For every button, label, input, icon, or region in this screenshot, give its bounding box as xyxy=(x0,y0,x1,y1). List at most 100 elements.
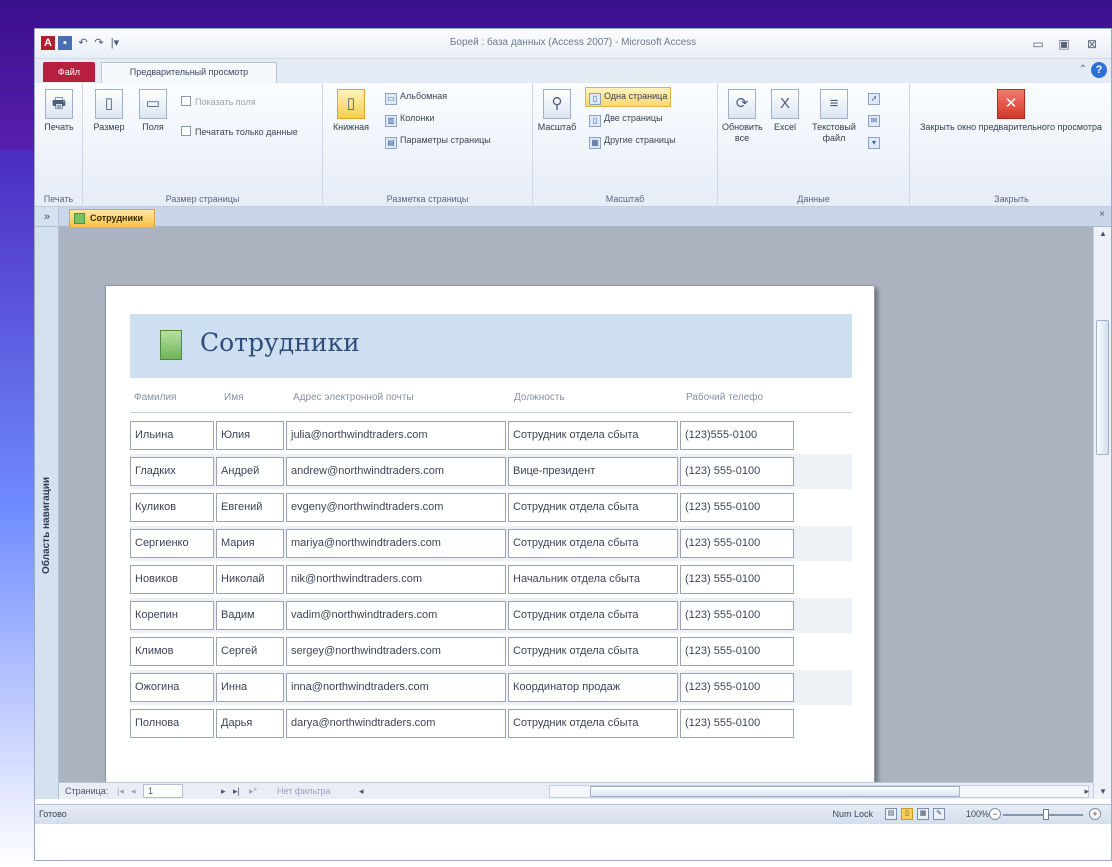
new-record-icon[interactable]: ▸* xyxy=(249,786,257,797)
cell-position: Сотрудник отдела сбыта xyxy=(508,637,678,666)
cell-email: vadim@northwindtraders.com xyxy=(286,601,506,630)
print-data-only-checkbox[interactable]: Печатать только данные xyxy=(181,125,298,139)
layout-view-icon[interactable]: ▦ xyxy=(917,808,929,820)
group-label-page-size: Размер страницы xyxy=(165,194,240,204)
margins-label: Поля xyxy=(142,122,164,132)
excel-export-button[interactable]: X Excel xyxy=(768,89,802,133)
cell-first-name: Юлия xyxy=(216,421,284,450)
help-icon[interactable]: ? xyxy=(1091,62,1107,78)
cell-position: Сотрудник отдела сбыта xyxy=(508,601,678,630)
print-preview-view-icon[interactable]: ▯ xyxy=(901,808,913,820)
zoom-out-button[interactable]: − xyxy=(989,808,1001,820)
last-page-icon[interactable]: ▸| xyxy=(233,786,240,797)
table-row: Ильина Юлия julia@northwindtraders.com Сотр… xyxy=(130,418,852,453)
more-pages-button[interactable]: ▦ Другие страницы xyxy=(589,133,676,149)
report-title: Сотрудники xyxy=(200,328,360,357)
pdf-export-icon[interactable]: ➚ xyxy=(868,89,883,105)
cell-first-name: Вадим xyxy=(216,601,284,630)
horizontal-scrollbar[interactable] xyxy=(549,785,1089,798)
navigation-pane[interactable]: » Область навигации xyxy=(35,207,59,799)
cell-first-name: Дарья xyxy=(216,709,284,738)
scroll-down-icon[interactable]: ▼ xyxy=(1094,785,1111,799)
one-page-button[interactable]: ▯ Одна страница xyxy=(585,87,672,107)
page-nav-label: Страница: xyxy=(65,786,109,796)
email-export-icon[interactable]: ✉ xyxy=(868,111,883,127)
one-page-icon: ▯ xyxy=(589,93,601,105)
magnifier-icon: ⚲ xyxy=(543,89,571,119)
cell-position: Начальник отдела сбыта xyxy=(508,565,678,594)
zoom-in-button[interactable]: + xyxy=(1089,808,1101,820)
close-document-icon[interactable]: × xyxy=(1099,209,1105,220)
margins-button[interactable]: ▭ Поля xyxy=(135,89,171,133)
previous-page-icon[interactable]: ◂ xyxy=(131,786,136,797)
tab-report-employees[interactable]: Сотрудники xyxy=(69,209,155,227)
more-export-icon[interactable]: ▾ xyxy=(868,133,883,149)
filter-status[interactable]: Нет фильтра xyxy=(277,786,331,796)
nav-pane-toggle-icon[interactable]: » xyxy=(35,207,59,227)
page-number-input[interactable]: 1 xyxy=(143,784,183,798)
undo-icon[interactable]: ↶ xyxy=(76,36,90,50)
vertical-scroll-thumb[interactable] xyxy=(1096,320,1109,455)
cell-email: sergey@northwindtraders.com xyxy=(286,637,506,666)
show-margins-checkbox[interactable]: Показать поля xyxy=(181,95,256,109)
printer-icon: 🖶 xyxy=(45,89,73,119)
column-header: Адрес электронной почты xyxy=(293,392,414,403)
minimize-button[interactable]: ▭ xyxy=(1029,36,1047,52)
vertical-scrollbar[interactable]: ▲ ▼ xyxy=(1093,227,1111,799)
portrait-button[interactable]: ▯ Книжная xyxy=(329,89,373,133)
close-preview-icon: ✕ xyxy=(997,89,1025,119)
document-tab-label: Сотрудники xyxy=(90,213,144,223)
group-label-layout: Разметка страницы xyxy=(386,194,469,204)
maximize-button[interactable]: ▣ xyxy=(1055,36,1073,52)
cell-phone: (123) 555-0100 xyxy=(680,601,794,630)
two-pages-button[interactable]: ▯ Две страницы xyxy=(589,111,663,127)
redo-icon[interactable]: ↷ xyxy=(92,36,106,50)
customize-toolbar-icon[interactable]: |▾ xyxy=(108,36,122,50)
print-preview-area: Сотрудники Фамилия Имя Адрес электронной… xyxy=(59,227,1093,782)
landscape-button[interactable]: ▭ Альбомная xyxy=(385,89,447,105)
cell-last-name: Сергиенко xyxy=(130,529,214,558)
table-row: Гладких Андрей andrew@northwindtraders.com… xyxy=(130,454,852,489)
cell-position: Сотрудник отдела сбыта xyxy=(508,421,678,450)
cell-first-name: Мария xyxy=(216,529,284,558)
close-button[interactable]: ⊠ xyxy=(1083,36,1101,52)
refresh-all-button[interactable]: ⟳ Обновить все xyxy=(722,89,763,144)
scroll-left-icon[interactable]: ◂ xyxy=(359,786,364,797)
text-file-export-button[interactable]: ≡ Текстовый файл xyxy=(808,89,860,144)
scroll-up-icon[interactable]: ▲ xyxy=(1094,227,1111,241)
group-page-size: ▯ Размер ▭ Поля Показать поля Печатать т… xyxy=(83,83,323,207)
zoom-level: 100% xyxy=(965,809,989,819)
scroll-right-icon[interactable]: ▸ xyxy=(1084,786,1089,797)
landscape-label: Альбомная xyxy=(400,91,448,101)
zoom-button[interactable]: ⚲ Масштаб xyxy=(537,89,577,133)
report-icon xyxy=(160,330,182,360)
first-page-icon[interactable]: |◂ xyxy=(117,786,124,797)
cell-phone: (123) 555-0100 xyxy=(680,529,794,558)
cell-last-name: Ожогина xyxy=(130,673,214,702)
horizontal-scroll-thumb[interactable] xyxy=(590,786,960,797)
close-print-preview-button[interactable]: ✕ Закрыть окно предварительного просмотр… xyxy=(916,89,1106,133)
navigation-pane-label[interactable]: Область навигации xyxy=(38,425,56,625)
page-setup-button[interactable]: ▤ Параметры страницы xyxy=(385,133,491,149)
refresh-icon: ⟳ xyxy=(728,89,756,119)
print-button[interactable]: 🖶 Печать xyxy=(41,89,77,133)
report-view-icon[interactable]: ▤ xyxy=(885,808,897,820)
tab-file[interactable]: Файл xyxy=(43,62,95,82)
cell-position: Сотрудник отдела сбыта xyxy=(508,529,678,558)
page-size-icon: ▯ xyxy=(95,89,123,119)
cell-email: inna@northwindtraders.com xyxy=(286,673,506,702)
cell-last-name: Ильина xyxy=(130,421,214,450)
next-page-icon[interactable]: ▸ xyxy=(221,786,226,797)
tab-print-preview[interactable]: Предварительный просмотр xyxy=(101,62,277,83)
ribbon-minimize-icon[interactable]: ⌃ xyxy=(1079,64,1087,75)
zoom-slider-thumb[interactable] xyxy=(1043,809,1049,820)
table-row: Климов Сергей sergey@northwindtraders.com С… xyxy=(130,634,852,669)
design-view-icon[interactable]: ✎ xyxy=(933,808,945,820)
save-icon[interactable]: ▪ xyxy=(58,36,72,50)
access-app-icon[interactable]: A xyxy=(41,36,55,50)
excel-icon: X xyxy=(771,89,799,119)
size-button[interactable]: ▯ Размер xyxy=(91,89,127,133)
table-row: Новиков Николай nik@northwindtraders.com На… xyxy=(130,562,852,597)
columns-button[interactable]: ▥ Колонки xyxy=(385,111,434,127)
title-bar: A ▪ ↶ ↷ |▾ Борей : база данных (Access 2… xyxy=(35,29,1111,59)
